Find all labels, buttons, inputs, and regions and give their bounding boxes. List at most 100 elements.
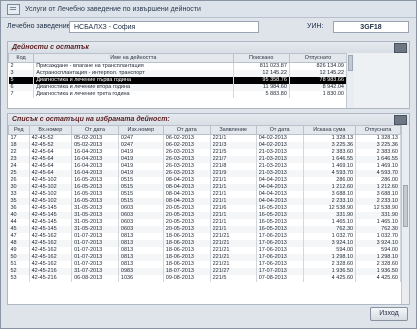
patients-cell: 42-45-102 — [29, 198, 73, 205]
activities-cell: 12 145.22 — [289, 70, 347, 77]
patients-column-header[interactable]: Изх.номер — [117, 125, 164, 135]
patients-column-header[interactable]: От дата — [162, 125, 211, 135]
patients-scrollbar[interactable] — [401, 125, 409, 304]
patients-scroll-thumb[interactable] — [403, 185, 408, 227]
patients-cell: 0813 — [118, 254, 164, 261]
activities-panel: Дейности с остатък Код Име на дейността По… — [7, 41, 410, 109]
patients-cell: 1 465.10 — [303, 219, 357, 226]
patients-cell: 12 538.90 — [303, 205, 357, 212]
patients-cell: 0419 — [118, 170, 164, 177]
patients-cell: 16-05-2013 — [71, 191, 119, 198]
patients-table-row[interactable]: 52 42-45-216 31-07-2013 0983 18-07-2013 221/2… — [8, 268, 401, 275]
patients-cell: 221/1 — [210, 134, 257, 142]
patients-cell: 0603 — [118, 226, 164, 233]
patients-table-row[interactable]: 18 42-45-52 05-02-2013 0247 06-02-2013 221/3 0… — [8, 142, 401, 149]
patients-cell: 0419 — [118, 149, 164, 156]
patients-table-row[interactable]: 50 42-45-162 01-07-2013 0813 18-06-2013 221/2… — [8, 254, 401, 261]
activities-column-header[interactable]: Име на дейността — [33, 53, 234, 63]
window-title: Услуги от Лечебно заведение по извършени… — [25, 5, 201, 13]
patients-cell: 221/21 — [210, 240, 257, 247]
activities-cell: 3 — [8, 70, 35, 77]
patients-cell: 06-08-2013 — [71, 275, 119, 282]
patients-cell: 42-45-162 — [29, 261, 73, 268]
exit-button[interactable]: Изход — [370, 307, 408, 321]
activities-table-row[interactable]: 5 Диагностика и лечение първа година 95 35… — [8, 77, 347, 84]
activities-table-row[interactable]: 6 Диагностика и лечение втора година 11 98… — [8, 84, 347, 91]
patients-cell: 0603 — [118, 219, 164, 226]
patients-column-header[interactable]: Отпусната — [355, 125, 401, 135]
patients-table-row[interactable]: 44 42-45-145 31-05-2013 0603 20-05-2013 221/1… — [8, 219, 401, 226]
activities-table-row[interactable]: 2 Присаждане - влагане на трансплантация 8… — [8, 62, 347, 70]
patients-cell: 44 — [8, 219, 30, 226]
patients-cell: 1 212.60 — [355, 184, 401, 191]
patients-cell: 42-45-64 — [29, 170, 73, 177]
patients-column-header[interactable]: От дата — [71, 125, 119, 135]
window-icon — [7, 3, 20, 15]
activities-cell: 12 145.22 — [233, 70, 290, 77]
activities-column-header[interactable]: Код — [8, 53, 35, 63]
patients-cell: 12 538.90 — [355, 205, 401, 212]
patients-table-row[interactable]: 24 42-45-64 16-04-2013 0419 26-03-2013 221/8 2… — [8, 163, 401, 170]
activities-table-row[interactable]: 3 Астраносплантация - интерпол. транспорт… — [8, 70, 347, 77]
patients-cell: 53 — [8, 275, 30, 282]
patients-column-header[interactable]: Вх.номер — [28, 125, 73, 135]
patients-table-row[interactable]: 23 42-45-64 16-04-2013 0419 26-03-2013 221/7 2… — [8, 156, 401, 163]
patients-table-row[interactable]: 45 42-45-145 31-05-2013 0603 20-05-2013 221/1… — [8, 226, 401, 233]
patients-cell: 221/5 — [210, 275, 257, 282]
patients-cell: 18-06-2013 — [163, 240, 211, 247]
patients-cell: 221/9 — [210, 170, 257, 177]
patients-cell: 26-03-2013 — [163, 156, 211, 163]
patients-column-header[interactable]: От дата — [255, 125, 304, 135]
patients-column-header[interactable]: Искана сума — [302, 125, 357, 135]
patients-cell: 0515 — [118, 191, 164, 198]
patients-table-row[interactable]: 22 42-45-64 16-04-2013 0419 26-03-2013 221/5 2… — [8, 149, 401, 156]
patients-cell: 1 936.50 — [355, 268, 401, 275]
patients-cell: 221/5 — [210, 149, 257, 156]
patients-cell: 221/1 — [210, 198, 257, 205]
patients-table-row[interactable]: 33 42-45-102 16-05-2013 0515 08-04-2013 221/1… — [8, 191, 401, 198]
activities-cell: 826 134.09 — [289, 62, 347, 70]
patients-cell: 16-04-2013 — [71, 163, 119, 170]
activities-column-header[interactable]: Отпуснато — [288, 53, 347, 63]
patients-cell: 1 328.13 — [303, 134, 357, 142]
patients-grid[interactable]: Ред Вх.номер От дата Изх.номер От дата Заявле… — [8, 125, 401, 304]
activities-grid[interactable]: Код Име на дейността Поискано Отпуснато 2 Пр… — [8, 53, 347, 108]
patients-cell: 4 425.60 — [355, 275, 401, 282]
patients-table-row[interactable]: 25 42-45-64 16-04-2013 0419 26-03-2013 221/9 2… — [8, 170, 401, 177]
patients-cell: 21-03-2013 — [256, 156, 304, 163]
patients-cell: 17-06-2013 — [256, 233, 304, 240]
patients-table-row[interactable]: 30 42-45-102 16-05-2013 0515 08-04-2013 221/1… — [8, 184, 401, 191]
patients-cell: 2 233.10 — [355, 198, 401, 205]
activities-scroll-thumb[interactable] — [348, 55, 353, 71]
patients-cell: 25 — [8, 170, 30, 177]
patients-column-header[interactable]: Заявление — [209, 125, 257, 135]
uin-label: УИН: — [307, 23, 324, 30]
activities-panel-button[interactable] — [394, 43, 407, 53]
activities-scrollbar[interactable] — [346, 53, 354, 108]
patients-table-row[interactable]: 47 42-45-162 01-07-2013 0813 18-06-2013 221/2… — [8, 233, 401, 240]
patients-cell: 17-07-2013 — [256, 268, 304, 275]
patients-table-row[interactable]: 35 42-45-102 16-05-2013 0515 08-04-2013 221/1… — [8, 198, 401, 205]
patients-table-row[interactable]: 49 42-45-162 01-07-2013 0813 18-06-2013 221/2… — [8, 247, 401, 254]
patients-table-row[interactable]: 53 42-45-216 06-08-2013 1036 09-08-2013 221/5… — [8, 275, 401, 282]
uin-field[interactable]: 3GF18 — [333, 21, 409, 33]
facility-field[interactable]: НСБАЛХЗ - София — [69, 21, 259, 33]
patients-cell: 26 — [8, 177, 30, 184]
patients-cell: 1 298.10 — [303, 254, 357, 261]
patients-cell: 0603 — [118, 212, 164, 219]
patients-table-row[interactable]: 40 42-45-145 31-05-2013 0603 20-05-2013 221/1… — [8, 212, 401, 219]
patients-table-row[interactable]: 17 42-45-52 05-02-2013 0247 06-02-2013 221/1 0… — [8, 134, 401, 142]
patients-table-row[interactable]: 51 42-45-162 01-07-2013 0813 18-06-2013 221/2… — [8, 261, 401, 268]
patients-table-row[interactable]: 36 42-45-145 31-05-2013 0603 20-05-2013 221/6… — [8, 205, 401, 212]
patients-cell: 21-03-2013 — [256, 149, 304, 156]
patients-table-row[interactable]: 26 42-45-102 16-05-2013 0515 08-04-2013 221/1… — [8, 177, 401, 184]
patients-cell: 42-45-162 — [29, 240, 73, 247]
patients-cell: 17-06-2013 — [256, 240, 304, 247]
activities-column-header[interactable]: Поискано — [232, 53, 290, 63]
patients-table-row[interactable]: 48 42-45-162 01-07-2013 0813 18-06-2013 221/2… — [8, 240, 401, 247]
patients-column-header[interactable]: Ред — [8, 125, 30, 135]
patients-cell: 0813 — [118, 233, 164, 240]
patients-cell: 221/1 — [210, 226, 257, 233]
patients-panel-button[interactable] — [394, 115, 407, 125]
activities-table-row[interactable]: 7 Диагностика и лечение трета година 5 883… — [8, 91, 347, 98]
